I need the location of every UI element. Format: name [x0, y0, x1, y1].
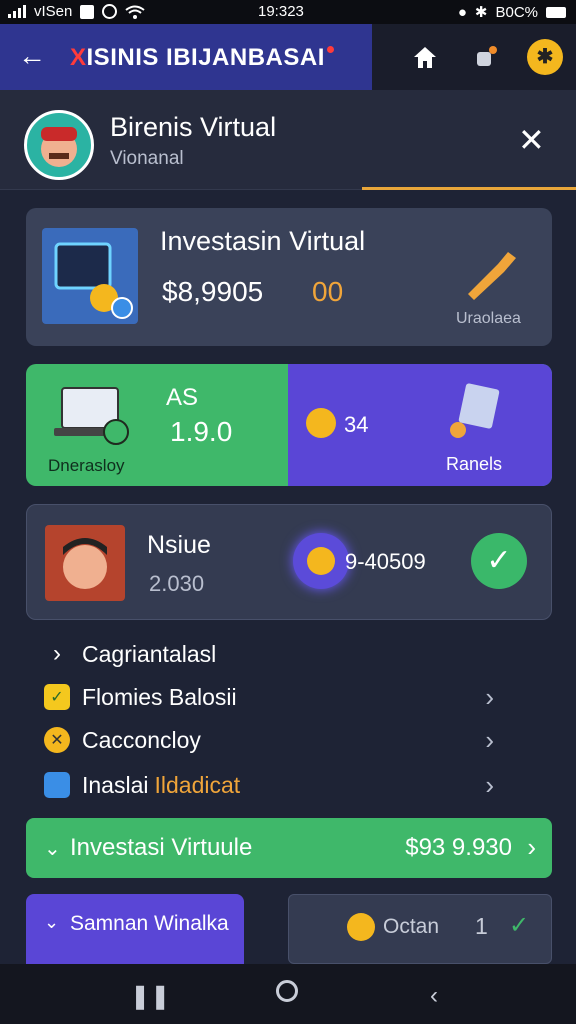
system-nav-bar: ❚❚ ‹ [0, 964, 576, 1024]
top-app-bar: ← XISINIS IBIJANBASAI ✱ [0, 24, 576, 90]
stats-left-value: 1.9.0 [170, 416, 233, 447]
menu-item-label: Flomies Balosii [82, 683, 237, 710]
recents-icon[interactable]: ❚❚ [130, 982, 170, 1011]
card-icon [44, 772, 70, 798]
profile-score: 2.030 [149, 571, 205, 596]
laptop-icon [54, 387, 129, 445]
trophy-icon [468, 252, 516, 300]
robot-notification-icon[interactable] [470, 42, 500, 72]
check-icon: ✓ [509, 912, 530, 939]
document-icon [450, 383, 500, 438]
gold-coin-icon [306, 408, 336, 438]
menu-item-label-highlight: Ildadicat [154, 771, 241, 798]
stats-right-label: Ranels [446, 454, 503, 474]
stats-right-value: 34 [344, 412, 369, 437]
panel-label: Octan [383, 915, 440, 938]
chevron-right-icon: › [485, 681, 494, 712]
stats-left-heading: AS [166, 384, 199, 411]
chevron-right-icon: › [527, 832, 536, 862]
gold-coin-icon: ✕ [44, 727, 70, 753]
menu-item-1[interactable]: › Cagriantalasl [44, 634, 534, 674]
location-icon: ● [457, 3, 467, 21]
expand-panel-right[interactable]: Octan 1 ✓ [288, 894, 552, 964]
clock: 19:323 [258, 3, 304, 20]
page-title: Birenis Virtual [110, 112, 277, 142]
profile-name: Nsiue [147, 531, 211, 559]
card-amount: $8,9905 [162, 276, 264, 307]
bluetooth-icon: ✱ [474, 4, 488, 21]
status-bar: vISen 19:323 ● ✱ B0C% [0, 0, 576, 24]
profile-value: 9-40509 [345, 549, 426, 574]
investment-illustration [42, 228, 138, 324]
gold-coin-icon [347, 913, 375, 941]
back-arrow-icon[interactable]: ← [18, 42, 46, 70]
notification-icon [80, 4, 95, 19]
gold-coin-icon[interactable]: ✱ [527, 39, 563, 75]
menu-item-label: Inaslai [82, 771, 149, 798]
battery-label: B0C% [495, 3, 538, 21]
menu-item-label: Cagriantalasl [82, 640, 217, 667]
profile-avatar [45, 525, 125, 601]
home-button-icon[interactable] [276, 980, 298, 1002]
page-subtitle: Vionanal [110, 148, 184, 169]
investment-summary-bar[interactable]: ⌄ Investasi Virtuule $93 9.930 › [26, 818, 552, 878]
summary-label: Investasi Virtuule [70, 834, 253, 861]
card-highlight-value: 00 [312, 276, 344, 307]
close-icon[interactable]: ✕ [518, 124, 545, 156]
b-circle-icon [102, 4, 118, 19]
check-icon[interactable]: ✓ [471, 533, 527, 589]
sub-header: Birenis Virtual Vionanal ✕ [0, 90, 576, 190]
chevron-down-icon: ⌄ [44, 912, 60, 932]
chevron-right-icon: › [53, 640, 61, 667]
menu-item-4[interactable]: Inaslai Ildadicat › [44, 765, 534, 805]
menu-item-label: Cacconcloy [82, 726, 201, 753]
signal-icon [8, 5, 26, 18]
menu-item-2[interactable]: ✓ Flomies Balosii › [44, 677, 534, 717]
carrier-label: vISen [34, 3, 73, 20]
check-box-icon: ✓ [44, 684, 70, 710]
profile-card[interactable]: Nsiue 2.030 9-40509 ✓ [26, 504, 552, 620]
menu-item-3[interactable]: ✕ Cacconcloy › [44, 720, 534, 760]
stats-card[interactable]: AS 1.9.0 Dnerasloy 34 Ranels [26, 364, 552, 486]
chevron-down-icon: ⌄ [44, 838, 61, 860]
home-icon[interactable] [410, 42, 440, 72]
coin-ring-icon [293, 533, 349, 589]
panel-label: Samnan Winalka [70, 912, 229, 935]
wifi-icon [125, 5, 145, 19]
app-title: XISINIS IBIJANBASAI [70, 44, 334, 72]
notification-dot [326, 46, 334, 53]
avatar[interactable] [24, 110, 94, 180]
active-tab-underline [362, 187, 576, 190]
chevron-right-icon: › [485, 724, 494, 755]
expand-panel-left[interactable]: ⌄ Samnan Winalka [26, 894, 244, 964]
card-label: Uraolaea [456, 310, 521, 327]
stats-left-label: Dnerasloy [48, 456, 125, 475]
battery-icon [546, 6, 566, 18]
summary-amount: $93 9.930 [405, 834, 512, 861]
panel-count: 1 [475, 913, 488, 939]
chevron-right-icon: › [485, 769, 494, 800]
investment-card[interactable]: Investasin Virtual $8,9905 00 Uraolaea [26, 208, 552, 346]
back-icon[interactable]: ‹ [430, 982, 438, 1010]
card-title: Investasin Virtual [160, 226, 366, 256]
